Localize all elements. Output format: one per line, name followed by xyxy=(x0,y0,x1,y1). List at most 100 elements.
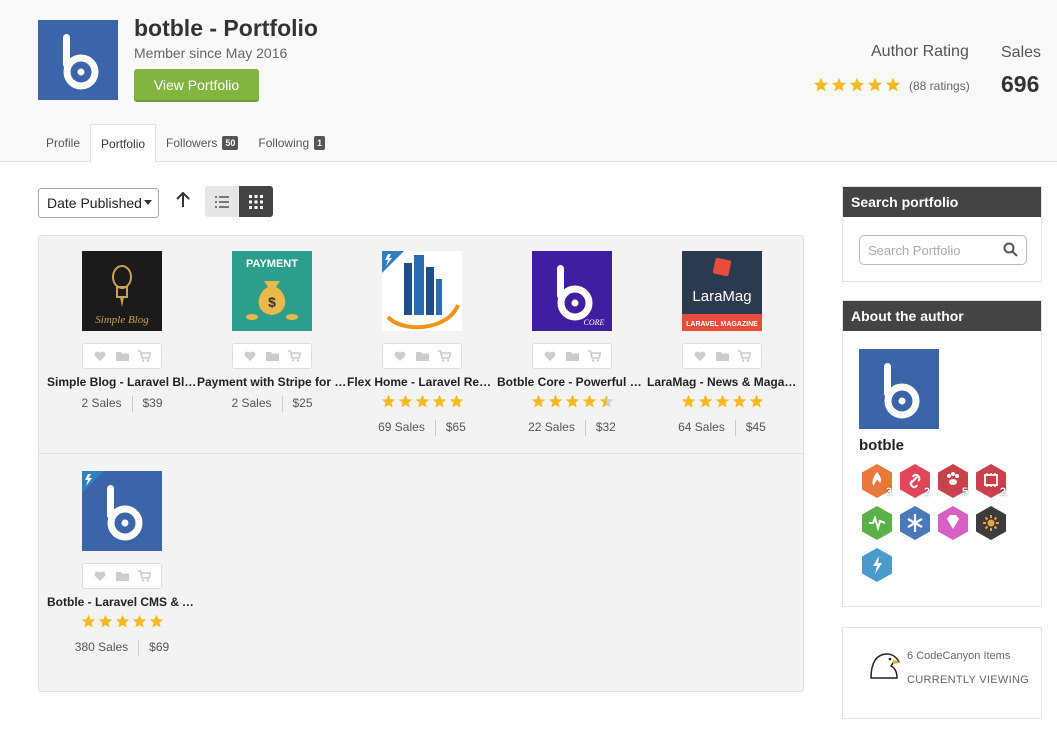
item-sales: 69 Sales xyxy=(378,420,425,434)
item-thumbnail[interactable] xyxy=(82,471,162,551)
about-author-panel: About the author botble 3 2 5 2 xyxy=(842,300,1042,607)
cart-icon[interactable] xyxy=(137,350,151,362)
view-portfolio-button[interactable]: View Portfolio xyxy=(134,69,259,100)
star-icon xyxy=(432,394,447,409)
folder-icon[interactable] xyxy=(565,350,579,362)
author-rating-label: Author Rating xyxy=(871,43,969,60)
lightbulb-icon: Simple Blog xyxy=(95,265,149,326)
link-badge-icon[interactable]: 2 xyxy=(899,463,931,499)
item-thumbnail[interactable] xyxy=(382,251,462,331)
heart-icon[interactable] xyxy=(93,570,107,582)
search-portfolio-panel: Search portfolio Search Portfolio xyxy=(842,186,1042,282)
cart-icon[interactable] xyxy=(587,350,601,362)
currently-viewing-panel: 6 CodeCanyon Items CURRENTLY VIEWING xyxy=(842,627,1042,719)
row-divider xyxy=(39,453,803,454)
sales-value: 696 xyxy=(1001,71,1040,97)
member-since: Member since May 2016 xyxy=(134,45,288,61)
heart-icon[interactable] xyxy=(693,350,707,362)
bolt-badge-icon[interactable] xyxy=(861,547,893,583)
tab-following[interactable]: Following 1 xyxy=(248,124,335,162)
item-thumbnail[interactable]: PAYMENT $ xyxy=(232,251,312,331)
sun-badge-icon[interactable] xyxy=(975,505,1007,541)
folder-icon[interactable] xyxy=(715,350,729,362)
star-icon xyxy=(849,77,865,93)
star-icon xyxy=(582,394,597,409)
search-icon[interactable] xyxy=(1003,242,1018,262)
folder-icon[interactable] xyxy=(115,570,129,582)
tab-profile[interactable]: Profile xyxy=(36,124,90,162)
profile-tabs: Profile Portfolio Followers 50 Following 1 xyxy=(36,124,335,163)
star-icon xyxy=(548,394,563,409)
search-input[interactable]: Search Portfolio xyxy=(859,235,1027,265)
item-name[interactable]: Botble - Laravel CMS & Admin Panel xyxy=(39,595,205,609)
svg-text:LaraMag: LaraMag xyxy=(692,288,751,305)
badge-level: 2 xyxy=(923,486,930,498)
portfolio-grid: Simple Blog Simple Blog - Laravel Blog S… xyxy=(38,235,805,692)
author-name[interactable]: botble xyxy=(859,437,904,454)
paw-badge-icon[interactable]: 5 xyxy=(937,463,969,499)
item-sales: 64 Sales xyxy=(678,420,725,434)
gem-badge-icon[interactable] xyxy=(937,505,969,541)
view-mode-toggle xyxy=(205,186,273,217)
star-icon xyxy=(715,394,730,409)
item-meta: 22 Sales $32 xyxy=(489,420,655,436)
botble-logo-icon xyxy=(884,363,920,419)
star-icon xyxy=(81,614,96,629)
item-actions xyxy=(382,343,462,369)
folder-icon[interactable] xyxy=(265,350,279,362)
cart-icon[interactable] xyxy=(737,350,751,362)
eagle-icon xyxy=(869,650,901,685)
heart-icon[interactable] xyxy=(393,350,407,362)
folder-icon[interactable] xyxy=(115,350,129,362)
arrow-up-icon[interactable] xyxy=(176,191,190,213)
avatar[interactable] xyxy=(859,349,939,429)
item-price: $69 xyxy=(149,640,170,654)
item-name[interactable]: LaraMag - News & Magazine Laravel Script xyxy=(639,375,805,389)
item-thumbnail[interactable]: Simple Blog xyxy=(82,251,162,331)
cart-icon[interactable] xyxy=(287,350,301,362)
cart-icon[interactable] xyxy=(137,570,151,582)
author-rating-stars xyxy=(813,77,901,93)
building-icon xyxy=(382,251,460,330)
grid-view-icon[interactable] xyxy=(239,186,273,217)
cart-icon[interactable] xyxy=(437,350,451,362)
item-name[interactable]: Simple Blog - Laravel Blog Script xyxy=(39,375,205,389)
flame-badge-icon[interactable]: 3 xyxy=(861,463,893,499)
svg-text:Simple Blog: Simple Blog xyxy=(95,314,149,326)
followers-count-badge: 50 xyxy=(222,136,239,150)
item-actions xyxy=(82,563,162,589)
star-icon xyxy=(565,394,580,409)
item-name[interactable]: Botble Core - Powerful Laravel CMS xyxy=(489,375,655,389)
panel-title: Search portfolio xyxy=(843,187,1041,217)
item-name[interactable]: Flex Home - Laravel Real Estate Script xyxy=(339,375,505,389)
item-price: $45 xyxy=(745,420,766,434)
botble-logo-icon xyxy=(63,34,99,90)
item-thumbnail[interactable]: CORE xyxy=(532,251,612,331)
star-icon xyxy=(698,394,713,409)
panel-title: About the author xyxy=(843,301,1041,331)
tab-followers[interactable]: Followers 50 xyxy=(156,124,248,162)
badge-level: 3 xyxy=(885,486,892,498)
tab-portfolio[interactable]: Portfolio xyxy=(90,124,157,163)
list-view-icon[interactable] xyxy=(205,186,239,217)
pulse-badge-icon[interactable] xyxy=(861,505,893,541)
snowflake-badge-icon[interactable] xyxy=(899,505,931,541)
sort-select[interactable]: Date Published xyxy=(38,188,159,218)
item-name[interactable]: Payment with Stripe for Botble CMS xyxy=(189,375,355,389)
star-icon xyxy=(599,394,614,409)
heart-icon[interactable] xyxy=(543,350,557,362)
item-rating-stars xyxy=(39,614,205,629)
star-icon xyxy=(149,614,164,629)
item-sales: 2 Sales xyxy=(81,396,122,410)
folder-icon[interactable] xyxy=(415,350,429,362)
author-avatar-large[interactable] xyxy=(38,20,118,100)
page-title: botble - Portfolio xyxy=(134,15,318,41)
star-icon xyxy=(681,394,696,409)
heart-icon[interactable] xyxy=(93,350,107,362)
star-icon xyxy=(831,77,847,93)
botble-logo-icon xyxy=(82,471,143,541)
heart-icon[interactable] xyxy=(243,350,257,362)
item-thumbnail[interactable]: LaraMag LARAVEL MAGAZINE xyxy=(682,251,762,331)
chip-badge-icon[interactable]: 2 xyxy=(975,463,1007,499)
tab-label: Profile xyxy=(46,136,81,150)
